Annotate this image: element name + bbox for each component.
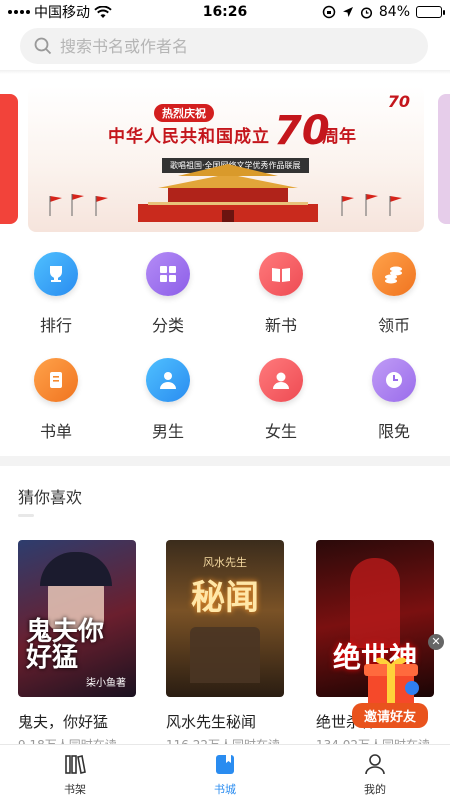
flags-right-decoration	[341, 194, 402, 216]
alarm-icon	[360, 6, 372, 19]
clock-icon	[372, 358, 416, 402]
book-cover[interactable]: 鬼夫你好猛 柒小鱼著	[18, 540, 136, 697]
coins-icon	[372, 252, 416, 296]
book-readers: 134.02万人同时在读	[316, 736, 434, 744]
list-icon	[34, 358, 78, 402]
category-ranking[interactable]: 排行	[0, 252, 112, 336]
battery-icon	[416, 6, 445, 18]
banner-tag: 热烈庆祝	[154, 104, 214, 122]
book-readers: 116.22万人同时在读	[166, 736, 284, 744]
status-bar: 中国移动 16:26 84%	[0, 0, 450, 24]
book-card[interactable]: 鬼夫你好猛 柒小鱼著 鬼夫，你好猛 9.18万人同时在读	[18, 540, 136, 744]
category-label: 分类	[151, 316, 184, 335]
category-classify[interactable]: 分类	[112, 252, 224, 336]
gift-box-icon	[364, 657, 419, 706]
banner-headline: 中华人民共和国成立	[108, 127, 270, 147]
search-bar[interactable]	[20, 28, 428, 64]
header-divider	[0, 70, 450, 74]
category-label: 新书	[264, 316, 297, 335]
category-new-books[interactable]: 新书	[225, 252, 337, 336]
category-label: 领币	[377, 316, 410, 335]
invite-friends-float[interactable]: ✕ 邀请好友	[352, 634, 444, 730]
cover-title: 鬼夫你好猛	[26, 617, 105, 673]
tab-mine[interactable]: 我的	[300, 745, 450, 800]
bookmark-icon	[216, 755, 234, 774]
book-card[interactable]: 风水先生 秘闻 风水先生秘闻 116.22万人同时在读	[166, 540, 284, 744]
close-icon[interactable]: ✕	[428, 634, 444, 650]
search-icon	[34, 37, 52, 55]
category-booklist[interactable]: 书单	[0, 358, 112, 442]
banner-suffix: 周年	[322, 127, 356, 147]
category-label: 书单	[39, 422, 72, 441]
category-label: 排行	[39, 316, 72, 335]
tab-label: 书城	[214, 783, 236, 796]
signal-icon	[8, 10, 30, 14]
carrier-label: 中国移动	[34, 5, 90, 21]
book-readers: 9.18万人同时在读	[18, 736, 136, 744]
section-underline	[18, 514, 34, 517]
trophy-icon	[34, 252, 78, 296]
category-female[interactable]: 女生	[225, 358, 337, 442]
cover-title: 秘闻	[191, 578, 259, 618]
rotation-lock-icon	[322, 5, 336, 19]
category-free[interactable]: 限免	[338, 358, 450, 442]
tab-bookshelf[interactable]: 书架	[0, 745, 150, 800]
male-icon	[146, 358, 190, 402]
book-title: 风水先生秘闻	[166, 713, 257, 731]
category-label: 男生	[151, 422, 184, 441]
user-icon	[365, 754, 385, 775]
book-cover[interactable]: 风水先生 秘闻	[166, 540, 284, 697]
category-label: 女生	[264, 422, 297, 441]
cover-subtitle: 风水先生	[203, 556, 247, 569]
banner-logo: 70	[387, 92, 410, 111]
next-banner-peek[interactable]	[438, 94, 450, 224]
tab-bookstore[interactable]: 书城	[150, 745, 300, 800]
cover-author-stamp: 柒小鱼著	[86, 678, 126, 689]
female-icon	[259, 358, 303, 402]
tab-label: 我的	[364, 783, 386, 796]
grid-icon	[146, 252, 190, 296]
promo-banner[interactable]: 热烈庆祝 中华人民共和国成立 70 周年 歌唱祖国·全国网络文学优秀作品联展 7…	[28, 86, 424, 232]
bookshelf-icon	[65, 755, 86, 774]
flags-left-decoration	[49, 194, 108, 216]
book-open-icon	[259, 252, 303, 296]
bottom-tab-bar: 书架 书城 我的	[0, 744, 450, 800]
section-separator	[0, 456, 450, 466]
prev-banner-peek[interactable]	[0, 94, 18, 224]
wifi-icon	[94, 5, 112, 18]
category-male[interactable]: 男生	[112, 358, 224, 442]
invite-label: 邀请好友	[352, 703, 428, 728]
book-title: 鬼夫，你好猛	[18, 713, 109, 731]
tiananmen-gate-illustration	[138, 164, 318, 222]
search-input[interactable]	[60, 36, 400, 56]
category-coins[interactable]: 领币	[338, 252, 450, 336]
category-label: 限免	[377, 422, 410, 441]
tab-label: 书架	[64, 783, 86, 796]
location-icon	[342, 7, 353, 17]
section-title: 猜你喜欢	[18, 488, 83, 507]
battery-percent: 84%	[378, 4, 410, 20]
